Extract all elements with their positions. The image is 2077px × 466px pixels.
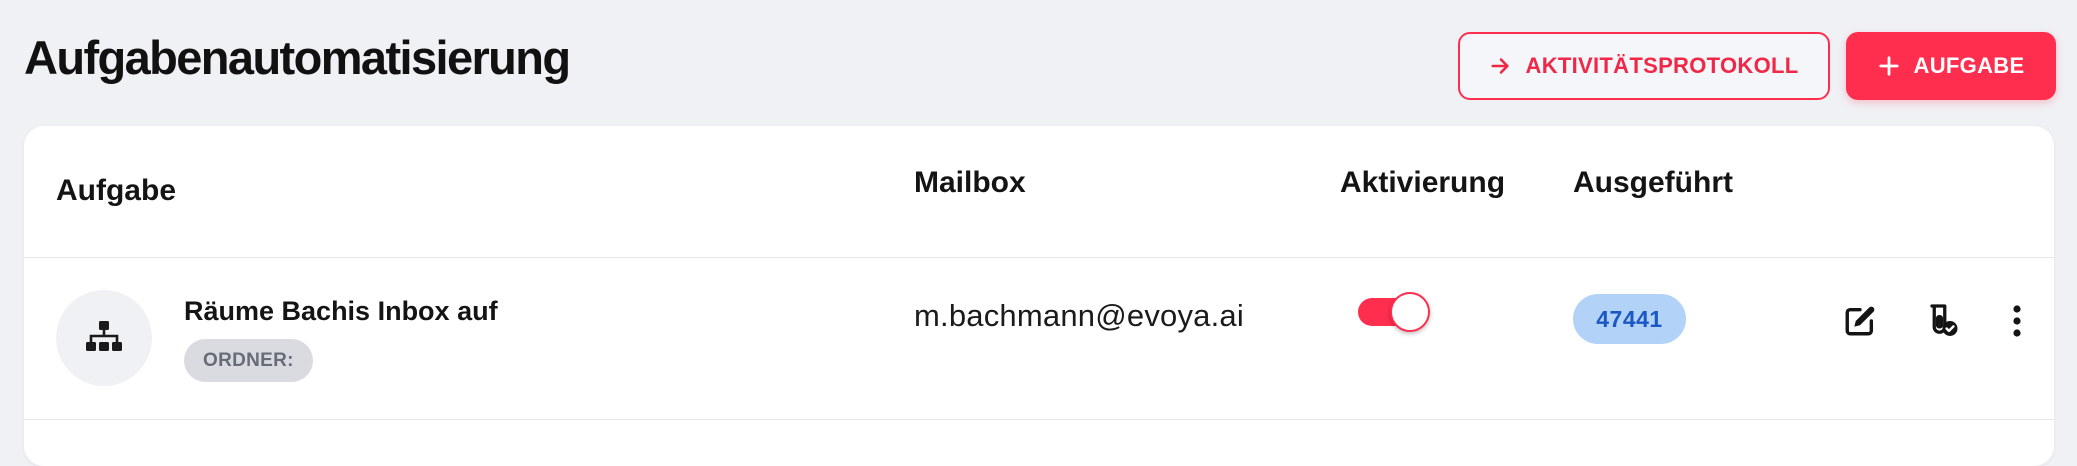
activity-log-button[interactable]: AKTIVITÄTSPROTOKOLL xyxy=(1458,32,1830,100)
toggle-knob xyxy=(1390,292,1430,332)
arrow-right-icon xyxy=(1490,55,1512,77)
column-header-activation[interactable]: Aktivierung xyxy=(1340,166,1505,200)
column-header-mailbox[interactable]: Mailbox xyxy=(914,166,1026,200)
row-divider xyxy=(24,419,2054,420)
task-table: Aufgabe Mailbox Aktivierung Ausgeführt R… xyxy=(24,126,2054,466)
task-mailbox: m.bachmann@evoya.ai xyxy=(914,298,1244,333)
executed-count-badge: 47441 xyxy=(1573,294,1686,344)
more-actions-button[interactable] xyxy=(1993,299,2041,347)
plus-icon xyxy=(1878,55,1900,77)
folder-chip: ORDNER: xyxy=(184,339,313,382)
more-vertical-icon xyxy=(2011,304,2023,343)
header-divider xyxy=(24,257,2054,258)
column-header-task[interactable]: Aufgabe xyxy=(56,174,176,208)
edit-icon xyxy=(1843,304,1877,343)
test-tube-check-icon xyxy=(1923,303,1959,344)
test-task-button[interactable] xyxy=(1917,299,1965,347)
activation-toggle[interactable] xyxy=(1356,288,1432,334)
column-header-executed[interactable]: Ausgeführt xyxy=(1573,166,1733,200)
edit-task-button[interactable] xyxy=(1836,299,1884,347)
add-task-button[interactable]: AUFGABE xyxy=(1846,32,2056,100)
add-task-label: AUFGABE xyxy=(1913,53,2025,78)
page-title: Aufgabenautomatisierung xyxy=(24,31,571,84)
task-name[interactable]: Räume Bachis Inbox auf xyxy=(184,296,498,327)
task-avatar xyxy=(56,290,152,386)
sitemap-icon xyxy=(85,320,123,357)
activity-log-label: AKTIVITÄTSPROTOKOLL xyxy=(1525,53,1799,78)
